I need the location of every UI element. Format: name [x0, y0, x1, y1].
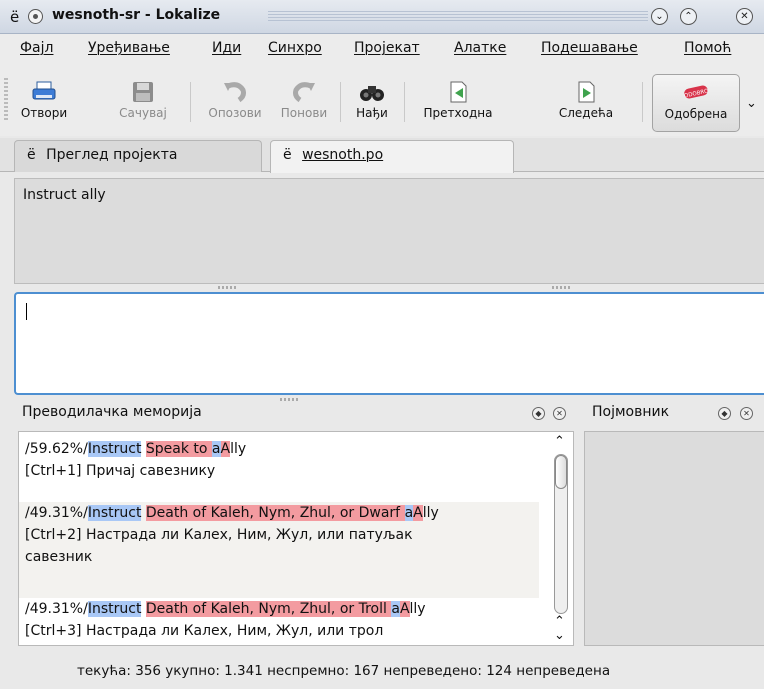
menu-tools[interactable]: Алатке: [454, 40, 506, 56]
menu-file[interactable]: Фајл: [20, 40, 53, 56]
minimize-button[interactable]: ⌄: [651, 8, 668, 25]
translation-editor[interactable]: [14, 292, 764, 395]
floppy-save-icon: [133, 82, 153, 102]
tm-float-icon[interactable]: ◆: [532, 407, 545, 420]
title-decoration: [268, 11, 648, 22]
binoculars-icon: [360, 86, 384, 101]
scroll-up-icon[interactable]: ⌃: [554, 434, 565, 449]
toolbar-handle[interactable]: [4, 78, 8, 122]
approved-toggle[interactable]: ODOBRO Одобрена: [652, 74, 740, 132]
tab-file-icon: ё: [27, 147, 36, 163]
scroll-down-icon[interactable]: ⌄: [554, 628, 565, 643]
scroll-track[interactable]: [554, 454, 568, 614]
approved-stamp-icon: ODOBRO: [684, 85, 709, 99]
tm-entry[interactable]: /49.31%/Instruct Death of Kaleh, Nym, Zh…: [19, 502, 539, 598]
open-button[interactable]: Отвори: [14, 74, 74, 132]
app-icon: ё: [10, 8, 20, 26]
menu-settings[interactable]: Подешавање: [541, 40, 638, 56]
status-text: текућа: 356 укупно: 1.341 неспремно: 167…: [77, 663, 611, 679]
previous-page-icon: [450, 81, 467, 103]
tab-file-icon: ё: [283, 147, 292, 163]
source-text: Instruct ally: [23, 187, 106, 203]
source-text-pane: Instruct ally: [14, 178, 764, 284]
menu-go[interactable]: Иди: [212, 40, 241, 56]
tab-label: Преглед пројекта: [46, 147, 178, 163]
text-cursor: [26, 303, 27, 320]
tab-wesnoth-po[interactable]: ё wesnoth.po: [270, 140, 514, 173]
redo-button[interactable]: Понови: [274, 74, 334, 132]
close-button[interactable]: ✕: [736, 8, 753, 25]
tm-entry[interactable]: /59.62%/Instruct Speak to aAlly [Ctrl+1]…: [19, 438, 539, 482]
status-bar: текућа: 356 укупно: 1.341 неспремно: 167…: [0, 652, 764, 689]
splitter-handle[interactable]: [218, 286, 238, 289]
tm-scrollbar[interactable]: ⌃ ⌃ ⌄: [551, 434, 571, 643]
next-page-icon: [578, 81, 595, 103]
tm-entry[interactable]: /49.31%/Instruct Death of Kaleh, Nym, Zh…: [19, 598, 539, 642]
toolbar-separator: [190, 82, 191, 122]
tm-results-list[interactable]: /59.62%/Instruct Speak to aAlly [Ctrl+1]…: [18, 431, 574, 646]
redo-arrow-icon: [293, 82, 315, 103]
glossary-float-icon[interactable]: ◆: [718, 407, 731, 420]
previous-button[interactable]: Претходна: [410, 74, 506, 132]
menu-edit[interactable]: Уређивање: [88, 40, 170, 56]
maximize-button[interactable]: ⌃: [680, 8, 697, 25]
tm-panel-title: Преводилачка меморија: [22, 404, 202, 420]
glossary-panel-title: Појмовник: [592, 404, 670, 420]
tab-project-overview[interactable]: ё Преглед пројекта: [14, 140, 262, 172]
glossary-list[interactable]: [584, 431, 764, 646]
undo-button[interactable]: Опозови: [200, 74, 270, 132]
toolbar-separator: [642, 82, 643, 122]
menu-project[interactable]: Пројекат: [354, 40, 420, 56]
toolbar-overflow-chevron-icon[interactable]: ⌄: [746, 96, 757, 111]
undo-arrow-icon: [224, 82, 246, 103]
title-bar: ё wesnoth-sr - Lokalize ⌄ ⌃ ✕: [0, 0, 764, 34]
toolbar-separator: [404, 82, 405, 122]
scroll-up-icon[interactable]: ⌃: [554, 614, 565, 629]
tab-label: wesnoth.po: [302, 147, 384, 163]
window-menu-icon[interactable]: [28, 9, 43, 24]
menu-help[interactable]: Помоћ: [684, 40, 731, 56]
scroll-thumb[interactable]: [555, 455, 567, 489]
printer-open-icon: [32, 81, 56, 100]
tm-close-icon[interactable]: ✕: [553, 407, 566, 420]
menu-bar: Фајл Уређивање Иди Синхро Пројекат Алатк…: [0, 34, 764, 62]
menu-sync[interactable]: Синхро: [268, 40, 322, 56]
glossary-close-icon[interactable]: ✕: [740, 407, 753, 420]
toolbar: Отвори Сачувај Опозови Понови Нађи Претх…: [0, 62, 764, 136]
tab-bar: ё Преглед пројекта ё wesnoth.po: [0, 138, 764, 173]
next-button[interactable]: Следећа: [550, 74, 622, 132]
splitter-handle[interactable]: [280, 398, 300, 401]
window-title: wesnoth-sr - Lokalize: [52, 7, 221, 23]
splitter-handle[interactable]: [552, 286, 572, 289]
toolbar-separator: [340, 82, 341, 122]
find-button[interactable]: Нађи: [346, 74, 398, 132]
save-button[interactable]: Сачувај: [110, 74, 176, 132]
